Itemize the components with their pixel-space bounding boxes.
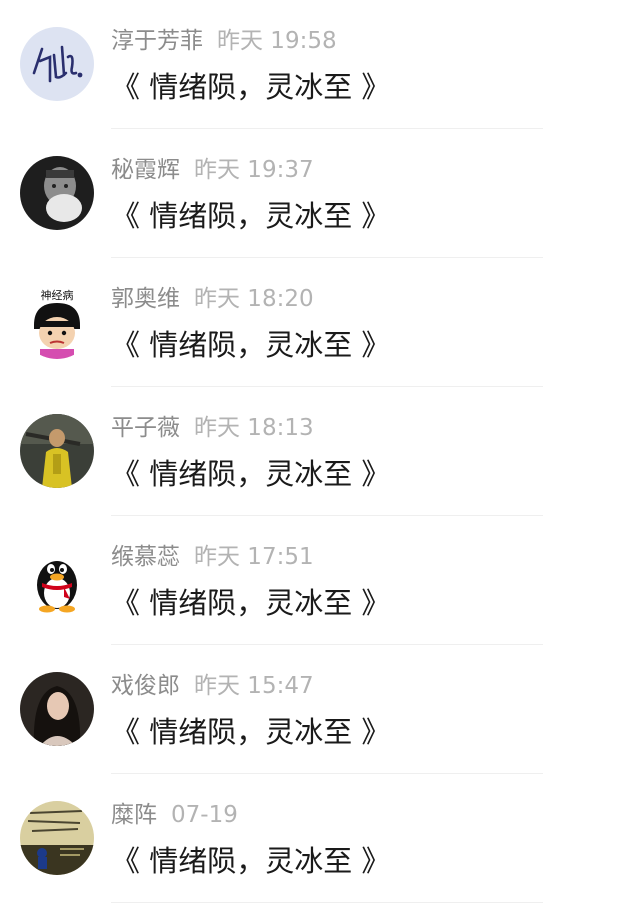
avatar[interactable] <box>20 414 94 488</box>
comment-time: 昨天 18:13 <box>194 415 314 441</box>
comment-time: 昨天 18:20 <box>194 286 314 312</box>
comment-text: 《 情绪陨，灵冰至 》 <box>111 199 391 233</box>
comment-time: 昨天 19:37 <box>194 157 314 183</box>
avatar[interactable]: 神经病 <box>20 285 94 359</box>
avatar[interactable] <box>20 27 94 101</box>
qq-penguin-avatar-icon <box>20 543 94 617</box>
comment-text: 《 情绪陨，灵冰至 》 <box>111 844 391 878</box>
comment-meta: 秘霞辉 昨天 19:37 <box>111 155 314 185</box>
handwriting-avatar-icon <box>20 27 94 101</box>
avatar-caption: 神经病 <box>41 288 74 302</box>
avatar[interactable] <box>20 801 94 875</box>
game-character-avatar-icon <box>20 414 94 488</box>
comment-meta: 平子薇 昨天 18:13 <box>111 413 314 443</box>
user-name[interactable]: 糜阵 <box>111 802 157 828</box>
comment-item[interactable]: 缑慕蕊 昨天 17:51 《 情绪陨，灵冰至 》 <box>0 516 640 645</box>
poster-avatar-icon <box>20 801 94 875</box>
comment-item[interactable]: 糜阵 07-19 《 情绪陨，灵冰至 》 <box>0 774 640 903</box>
comment-time: 昨天 17:51 <box>194 544 314 570</box>
divider <box>111 902 543 903</box>
avatar[interactable] <box>20 156 94 230</box>
comment-meta: 缑慕蕊 昨天 17:51 <box>111 542 314 572</box>
comment-meta: 淳于芳菲 昨天 19:58 <box>111 26 337 56</box>
avatar[interactable] <box>20 672 94 746</box>
comment-item[interactable]: 戏俊郎 昨天 15:47 《 情绪陨，灵冰至 》 <box>0 645 640 774</box>
comment-time: 昨天 19:58 <box>217 28 337 54</box>
comment-item[interactable]: 淳于芳菲 昨天 19:58 《 情绪陨，灵冰至 》 <box>0 0 640 129</box>
comment-time: 07-19 <box>171 802 238 828</box>
comment-text: 《 情绪陨，灵冰至 》 <box>111 457 391 491</box>
comment-text: 《 情绪陨，灵冰至 》 <box>111 715 391 749</box>
comment-time: 昨天 15:47 <box>194 673 314 699</box>
comment-meta: 戏俊郎 昨天 15:47 <box>111 671 314 701</box>
user-name[interactable]: 郭奥维 <box>111 286 180 312</box>
avatar[interactable] <box>20 543 94 617</box>
cartoon-avatar-icon: 神经病 <box>20 285 94 359</box>
comment-meta: 郭奥维 昨天 18:20 <box>111 284 314 314</box>
comment-item[interactable]: 秘霞辉 昨天 19:37 《 情绪陨，灵冰至 》 <box>0 129 640 258</box>
comment-text: 《 情绪陨，灵冰至 》 <box>111 70 391 104</box>
photo-avatar-icon <box>20 672 94 746</box>
comment-list: 淳于芳菲 昨天 19:58 《 情绪陨，灵冰至 》 秘霞辉 昨天 19:37 《 情… <box>0 0 640 918</box>
comment-text: 《 情绪陨，灵冰至 》 <box>111 328 391 362</box>
comment-item[interactable]: 平子薇 昨天 18:13 《 情绪陨，灵冰至 》 <box>0 387 640 516</box>
user-name[interactable]: 平子薇 <box>111 415 180 441</box>
user-name[interactable]: 秘霞辉 <box>111 157 180 183</box>
comment-meta: 糜阵 07-19 <box>111 800 238 830</box>
user-name[interactable]: 淳于芳菲 <box>111 28 203 54</box>
photo-avatar-icon <box>20 156 94 230</box>
comment-text: 《 情绪陨，灵冰至 》 <box>111 586 391 620</box>
user-name[interactable]: 戏俊郎 <box>111 673 180 699</box>
user-name[interactable]: 缑慕蕊 <box>111 544 180 570</box>
comment-item[interactable]: 神经病 郭奥维 昨天 18:20 《 情绪陨，灵冰至 》 <box>0 258 640 387</box>
